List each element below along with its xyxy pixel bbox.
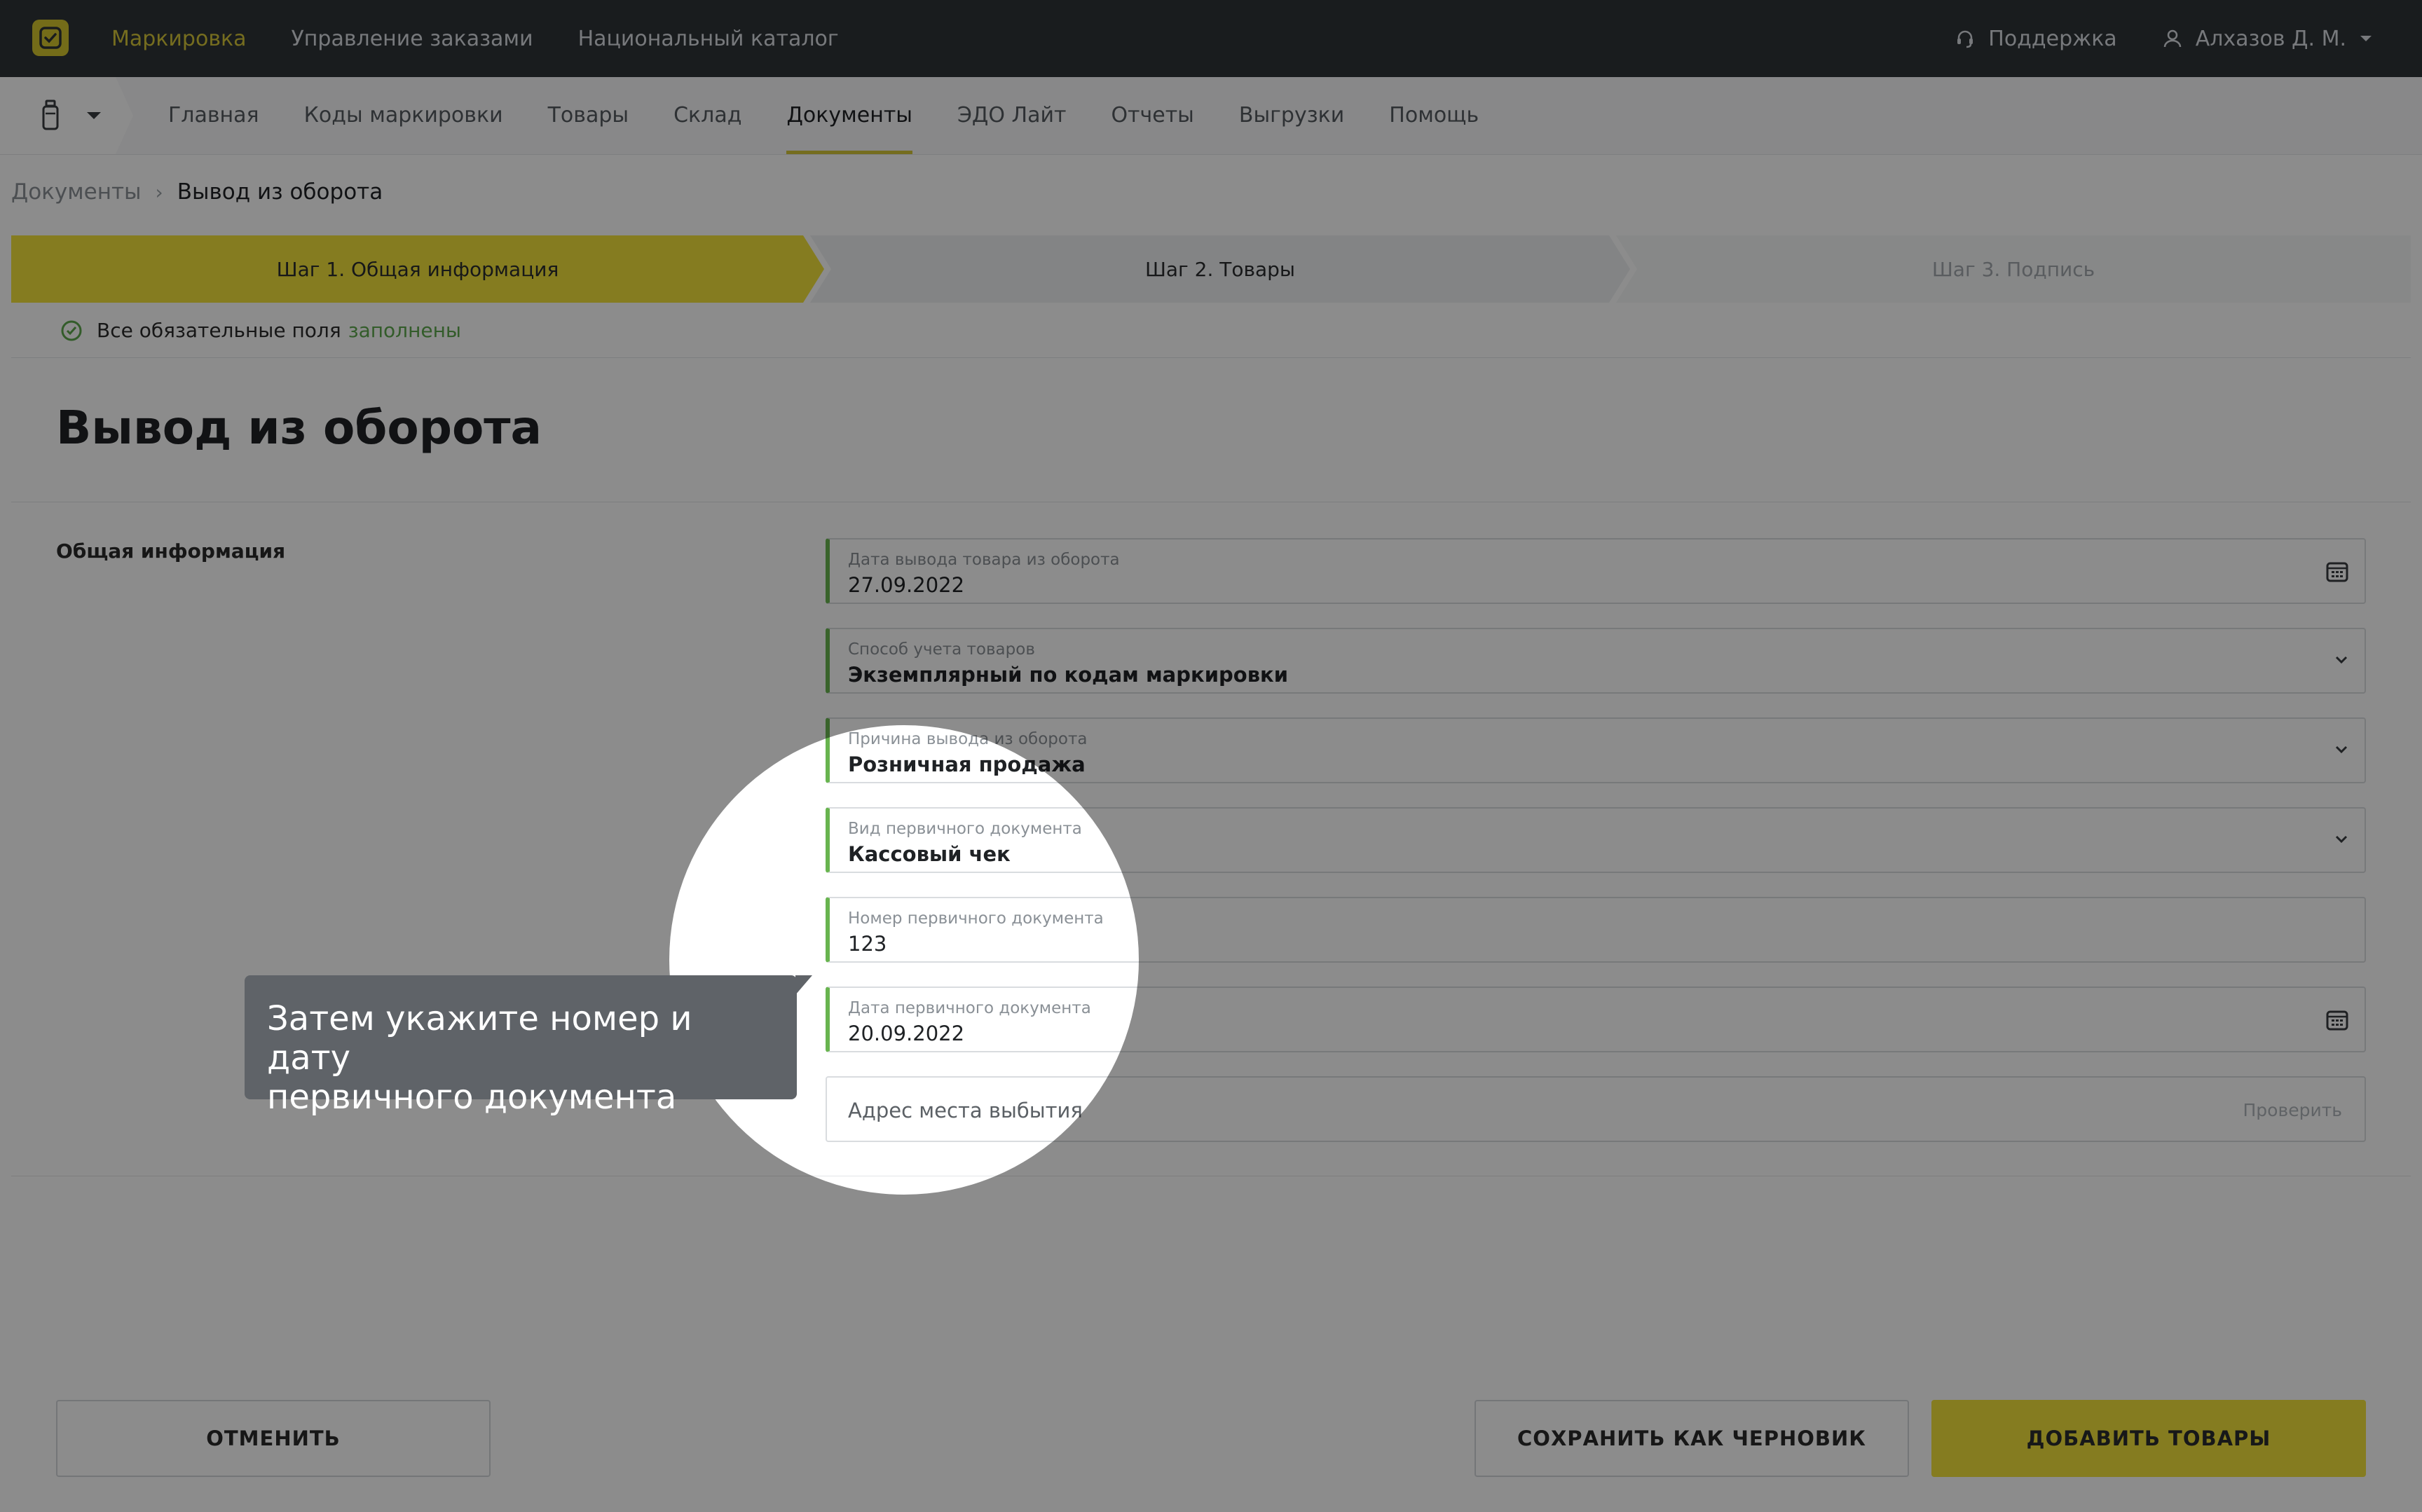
breadcrumb-documents[interactable]: Документы [11,179,142,205]
section-nav: Главная Коды маркировки Товары Склад Док… [0,77,2422,155]
top-nav-catalog[interactable]: Национальный каталог [578,27,839,51]
breadcrumb-current: Вывод из оборота [177,179,383,205]
step-signature: Шаг 3. Подпись [1616,235,2411,303]
user-name: Алхазов Д. М. [2195,26,2346,51]
check-circle-icon [61,320,82,341]
nav-goods[interactable]: Товары [548,77,629,154]
nav-home[interactable]: Главная [168,77,259,154]
add-goods-button[interactable]: ДОБАВИТЬ ТОВАРЫ [1931,1400,2366,1477]
tooltip-line-1: Затем укажите номер и дату [267,999,692,1078]
chevron-right-icon: › [155,180,163,204]
user-menu[interactable]: Алхазов Д. М. [2162,27,2373,51]
support-link[interactable]: Поддержка [1955,26,2117,51]
breadcrumb: Документы › Вывод из оборота [11,179,383,205]
validation-highlight: заполнены [348,319,462,342]
nav-help[interactable]: Помощь [1389,77,1479,154]
field-value: Розничная продажа [848,752,1086,776]
calendar-icon[interactable] [2325,1008,2349,1031]
calendar-icon[interactable] [2325,559,2349,583]
nav-reports[interactable]: Отчеты [1111,77,1193,154]
address-field[interactable]: Адрес места выбытия Проверить [826,1076,2366,1142]
nav-marking-codes[interactable]: Коды маркировки [304,77,503,154]
step-goods[interactable]: Шаг 2. Товары [810,235,1630,303]
tutorial-tooltip: Затем укажите номер и дату первичного до… [245,975,812,1117]
user-icon [2163,29,2181,48]
top-right-menu: Поддержка Алхазов Д. М. [1910,0,2373,77]
support-label: Поддержка [1988,26,2117,51]
chevron-down-icon [2335,835,2348,844]
caret-down-icon [2360,36,2372,41]
validation-status: Все обязательные поля заполнены [60,319,461,342]
app-logo-icon[interactable] [32,20,69,56]
product-group-switch[interactable] [0,77,133,154]
nav-warehouse[interactable]: Склад [673,77,741,154]
field-label: Дата вывода товара из оборота [848,551,1120,569]
field-label: Причина вывода из оборота [848,730,1088,748]
wizard-steps: Шаг 1. Общая информация Шаг 2. Товары Ша… [11,235,2411,303]
primary-doc-type-select[interactable]: Вид первичного документа Кассовый чек [826,807,2366,873]
field-label: Номер первичного документа [848,909,1104,928]
nav-edo-lite[interactable]: ЭДО Лайт [957,77,1066,154]
top-nav-marking[interactable]: Маркировка [111,27,247,51]
tooltip-line-2: первичного документа [267,1078,677,1117]
step-general-info[interactable]: Шаг 1. Общая информация [11,235,824,303]
top-nav-orders[interactable]: Управление заказами [292,27,533,51]
field-label: Способ учета товаров [848,640,1035,659]
primary-doc-number-field[interactable]: Номер первичного документа 123 [826,897,2366,963]
divider [11,357,2411,358]
nav-exports[interactable]: Выгрузки [1239,77,1344,154]
chevron-down-icon [2335,745,2348,754]
validation-text: Все обязательные поля [97,319,341,342]
verify-address-button[interactable]: Проверить [2243,1100,2343,1120]
field-value: Экземплярный по кодам маркировки [848,663,1289,687]
field-value: 123 [848,932,887,956]
top-nav: Маркировка Управление заказами Националь… [111,0,884,77]
primary-doc-date-field[interactable]: Дата первичного документа 20.09.2022 [826,987,2366,1052]
section-nav-links: Главная Коды маркировки Товары Склад Док… [168,77,1524,154]
field-label: Вид первичного документа [848,820,1082,838]
caret-down-icon [87,112,101,119]
save-draft-button[interactable]: СОХРАНИТЬ КАК ЧЕРНОВИК [1475,1400,1909,1477]
withdrawal-date-field[interactable]: Дата вывода товара из оборота 27.09.2022 [826,538,2366,604]
headset-icon [1957,30,1973,48]
address-placeholder: Адрес места выбытия [848,1099,1083,1122]
top-bar: Маркировка Управление заказами Националь… [0,0,2422,77]
chevron-down-icon [2335,656,2348,664]
field-value: 20.09.2022 [848,1022,965,1045]
withdrawal-reason-select[interactable]: Причина вывода из оборота Розничная прод… [826,717,2366,783]
field-label: Дата первичного документа [848,999,1091,1017]
accounting-method-select[interactable]: Способ учета товаров Экземплярный по код… [826,628,2366,694]
field-value: 27.09.2022 [848,573,965,597]
nav-documents[interactable]: Документы [786,77,912,154]
cancel-button[interactable]: ОТМЕНИТЬ [56,1400,491,1477]
section-label: Общая информация [56,539,286,563]
page-title: Вывод из оборота [56,401,542,455]
field-value: Кассовый чек [848,842,1011,866]
bottle-icon [42,99,59,130]
